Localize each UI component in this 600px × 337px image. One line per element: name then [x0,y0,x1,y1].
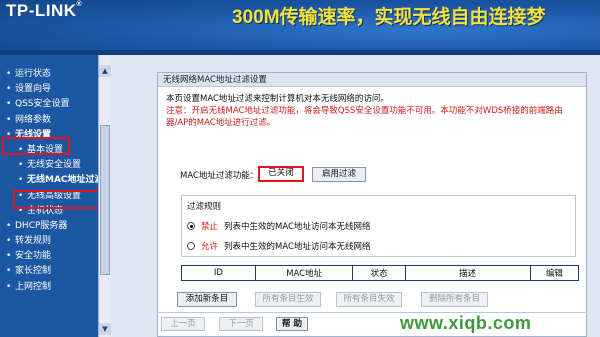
header-slogan: 300M传输速率，实现无线自由连接梦 [232,7,546,28]
filter-rules-title: 过滤规则 [187,202,222,212]
rule-deny-option[interactable]: 禁止 列表中生效的MAC地址访问本无线网络 [187,220,370,232]
sidebar-item-label: 网络参数 [15,114,52,125]
bullet-icon: • [6,84,12,95]
description-text: 本页设置MAC地址过滤来控制计算机对本无线网络的访问。 [166,94,389,104]
sidebar-item-access-control[interactable]: • 上网控制 [0,280,98,295]
radio-deny[interactable] [187,222,195,230]
sidebar-menu: • 运行状态 • 设置向导 • QSS安全设置 • 网络参数 • 无线设置 • 基本设置 •… [0,67,104,295]
sidebar-item-parental[interactable]: • 家长控制 [0,264,98,279]
sidebar-item-status[interactable]: • 运行状态 [0,67,98,82]
highlight-box-wireless [2,137,70,155]
rule-allow-option[interactable]: 允许 列表中生效的MAC地址访问本无线网络 [187,240,370,252]
scroll-down-icon[interactable]: ▼ [99,323,111,335]
warning-note: 注意：开启无线MAC地址过滤功能，将会导致QSS安全设置功能不可用。本功能不对W… [166,106,563,128]
bullet-icon: • [6,99,12,110]
watermark: www.xiqb.com [400,313,532,333]
sidebar-item-label: 运行状态 [15,69,52,79]
sidebar-item-wireless-security[interactable]: • 无线安全设置 [0,158,98,173]
sidebar-scrollbar[interactable]: ▲ ▼ [98,55,111,337]
tp-link-logo: TP-LINK® [6,1,82,21]
logo-registered-mark: ® [76,1,83,8]
sidebar-item-forwarding[interactable]: • 转发规则 [0,234,98,249]
filter-rules-group: 过滤规则 禁止 列表中生效的MAC地址访问本无线网络 允许 列表中生效的MAC地址访… [181,195,576,257]
column-header-edit: 编辑 [529,265,580,281]
column-header-id: ID [181,265,256,281]
sidebar-item-label: 上网控制 [15,281,52,292]
bullet-icon: • [6,69,12,79]
help-button[interactable]: 帮 助 [276,317,308,331]
filter-function-label: MAC地址过滤功能： [180,171,259,181]
delete-all-button[interactable]: 删除所有条目 [421,292,488,307]
deny-text: 列表中生效的MAC地址访问本无线网络 [224,222,371,232]
bullet-icon: • [6,114,12,125]
panel-title: 无线网络MAC地址过滤设置 [158,73,586,87]
allow-keyword: 允许 [201,242,219,252]
deny-keyword: 禁止 [201,222,219,232]
sidebar-item-label: QSS安全设置 [15,99,70,110]
radio-allow[interactable] [187,242,195,250]
bullet-icon: • [6,220,12,231]
sidebar-item-wizard[interactable]: • 设置向导 [0,82,98,97]
sidebar-item-security[interactable]: • 安全功能 [0,249,98,264]
column-header-mac: MAC地址 [254,265,354,281]
sidebar-item-label: 安全功能 [15,251,52,262]
sidebar-item-dhcp[interactable]: • DHCP服务器 [0,219,98,234]
bullet-icon: • [18,175,24,186]
bullet-icon: • [6,266,12,277]
filter-status-badge: 已关闭 [258,166,304,182]
bullet-icon: • [6,251,12,262]
bullet-icon: • [18,160,24,171]
sidebar-item-label: 转发规则 [15,236,52,247]
table-header-row: ID MAC地址 状态 描述 编辑 [181,265,580,281]
sidebar-item-qss[interactable]: • QSS安全设置 [0,97,98,112]
sidebar-item-label: 家长控制 [15,266,52,277]
enable-all-button[interactable]: 所有条目生效 [255,292,321,307]
sidebar-item-network[interactable]: • 网络参数 [0,113,98,128]
sidebar-item-mac-filter[interactable]: • 无线MAC地址过滤 [0,173,104,188]
sidebar-item-label: 设置向导 [15,84,52,95]
disable-all-button[interactable]: 所有条目失效 [336,292,402,307]
allow-text: 列表中生效的MAC地址访问本无线网络 [224,242,371,252]
prev-page-button[interactable]: 上一页 [161,317,205,331]
logo-text: TP-LINK [6,1,77,20]
next-page-button[interactable]: 下一页 [219,317,263,331]
bullet-icon: • [6,281,12,292]
panel-description: 本页设置MAC地址过滤来控制计算机对本无线网络的访问。 注意：开启无线MAC地址… [166,93,580,129]
sidebar-item-label: 无线安全设置 [27,160,82,171]
column-header-status: 状态 [352,265,406,281]
highlight-box-mac-filter [13,190,105,209]
bullet-icon: • [6,236,12,247]
column-header-description: 描述 [404,265,531,281]
mac-address-table: ID MAC地址 状态 描述 编辑 [181,265,580,281]
header-banner: TP-LINK® 300M传输速率，实现无线自由连接梦 [0,0,600,50]
scroll-up-icon[interactable]: ▲ [99,65,111,77]
scrollbar-thumb[interactable] [100,125,110,275]
enable-filter-button[interactable]: 启用过滤 [312,167,366,182]
sidebar-item-label: 无线MAC地址过滤 [27,175,104,186]
sidebar-item-label: DHCP服务器 [15,220,68,231]
add-entry-button[interactable]: 添加新条目 [177,292,237,307]
